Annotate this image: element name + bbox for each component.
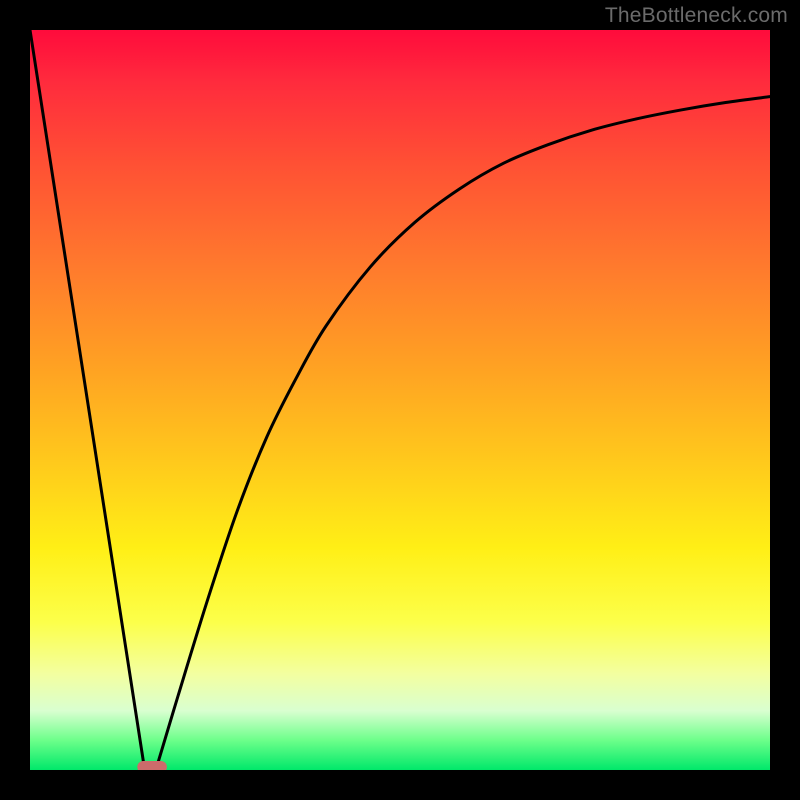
watermark-text: TheBottleneck.com xyxy=(605,4,788,28)
chart-lines xyxy=(30,30,770,770)
left-line xyxy=(30,30,145,770)
right-curve xyxy=(156,97,770,770)
plot-area xyxy=(30,30,770,770)
chart-frame: TheBottleneck.com xyxy=(0,0,800,800)
curve-group xyxy=(30,30,770,770)
marker-pill xyxy=(137,761,167,770)
